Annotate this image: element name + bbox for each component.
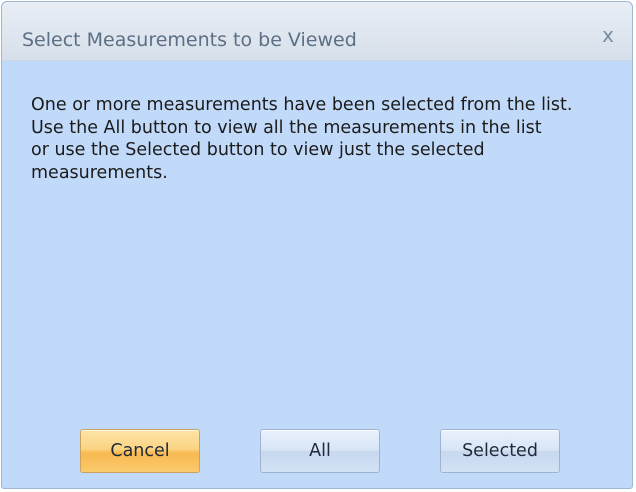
message-line: Use the All button to view all the measu… (31, 117, 542, 138)
cancel-button[interactable]: Cancel (80, 429, 200, 473)
dialog-title: Select Measurements to be Viewed (22, 29, 357, 51)
message-line: or use the Selected button to view just … (31, 140, 485, 160)
all-button[interactable]: All (260, 429, 380, 473)
message-line: One or more measurements have been selec… (31, 95, 573, 115)
select-measurements-dialog: Select Measurements to be Viewed x One o… (1, 1, 633, 489)
close-icon[interactable]: x (598, 24, 618, 46)
title-bar: Select Measurements to be Viewed x (2, 2, 632, 61)
selected-button[interactable]: Selected (440, 429, 560, 473)
dialog-message: One or more measurements have been selec… (31, 94, 631, 184)
message-line: measurements. (31, 162, 168, 183)
